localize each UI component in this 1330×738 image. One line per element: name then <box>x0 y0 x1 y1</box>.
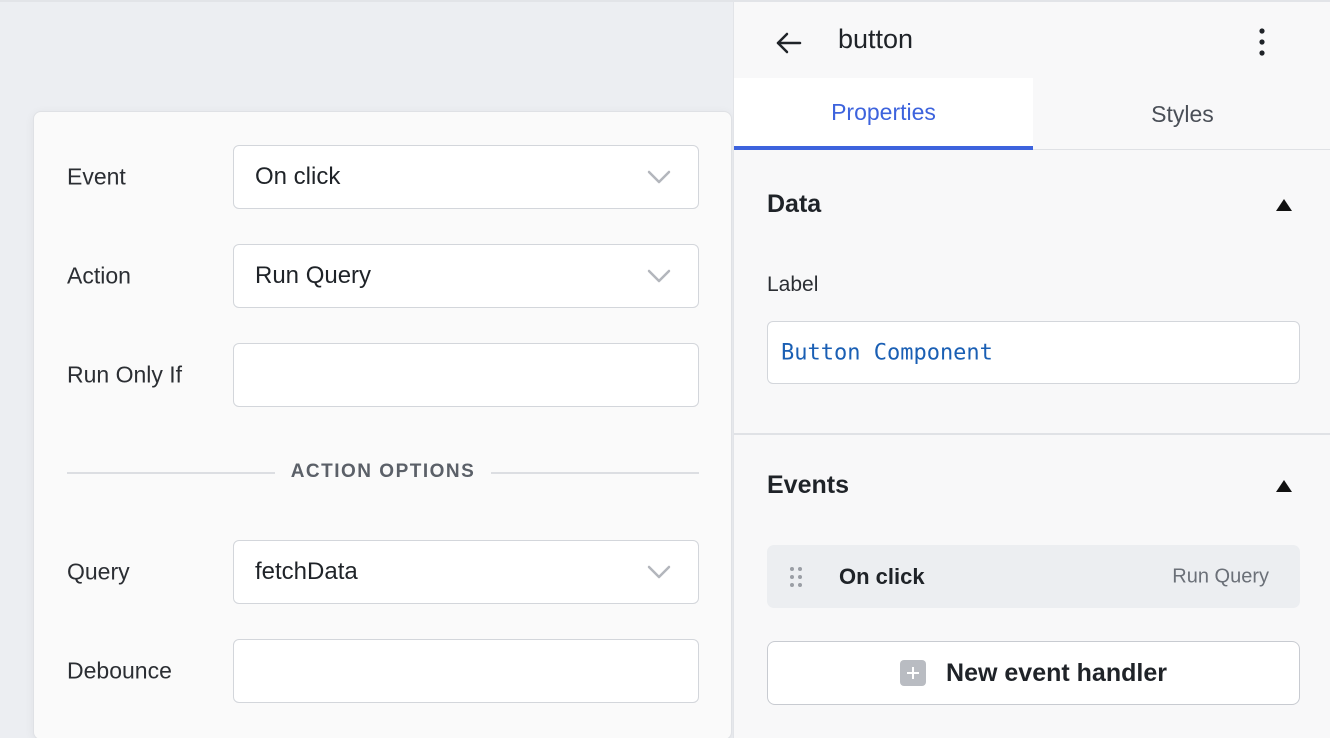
component-name-title[interactable]: button <box>838 24 913 55</box>
action-row: Action Run Query <box>34 244 731 308</box>
event-label: Event <box>67 163 126 190</box>
query-select-value: fetchData <box>255 558 358 585</box>
chevron-down-icon <box>647 170 671 184</box>
divider-line-right <box>491 472 699 474</box>
label-code-input[interactable]: Button Component <box>767 321 1300 384</box>
triangle-up-icon[interactable] <box>1275 198 1293 212</box>
event-row: Event On click <box>34 145 731 209</box>
events-section-title: Events <box>767 471 849 499</box>
action-options-divider: ACTION OPTIONS <box>67 457 699 487</box>
label-code-value: Button Component <box>781 340 993 365</box>
kebab-menu-icon[interactable] <box>1256 26 1268 58</box>
event-select-value: On click <box>255 163 341 190</box>
debounce-label: Debounce <box>67 657 172 684</box>
data-section-title: Data <box>767 190 822 218</box>
drag-handle-icon[interactable] <box>789 566 803 588</box>
event-handler-action: Run Query <box>1172 565 1269 587</box>
new-event-handler-label: New event handler <box>946 658 1167 687</box>
query-label: Query <box>67 558 130 585</box>
tab-properties[interactable]: Properties <box>734 78 1033 150</box>
inspector-header: button <box>734 2 1330 78</box>
run-only-if-label: Run Only If <box>67 361 183 388</box>
run-only-if-row: Run Only If <box>34 343 731 407</box>
inspector-panel: button Properties Styles Data Label Butt… <box>733 0 1330 738</box>
chevron-down-icon <box>647 269 671 283</box>
event-select[interactable]: On click <box>233 145 699 209</box>
run-only-if-input[interactable] <box>233 343 699 407</box>
action-select[interactable]: Run Query <box>233 244 699 308</box>
section-divider <box>734 433 1330 435</box>
triangle-up-icon[interactable] <box>1275 479 1293 493</box>
query-select[interactable]: fetchData <box>233 540 699 604</box>
query-row: Query fetchData <box>34 540 731 604</box>
event-handler-popover: Event On click Action Run Query Run Only… <box>33 111 732 738</box>
label-field-label: Label <box>767 273 819 296</box>
tab-styles[interactable]: Styles <box>1033 78 1330 150</box>
event-handler-item[interactable]: On click Run Query <box>767 545 1300 608</box>
event-handler-event: On click <box>839 563 925 589</box>
plus-square-icon <box>900 660 927 686</box>
action-select-value: Run Query <box>255 262 372 289</box>
new-event-handler-button[interactable]: New event handler <box>767 641 1300 705</box>
debounce-input[interactable] <box>233 639 699 703</box>
chevron-down-icon <box>647 565 671 579</box>
debounce-row: Debounce <box>34 639 731 703</box>
inspector-tabs: Properties Styles <box>734 78 1330 150</box>
back-arrow-icon[interactable] <box>774 28 804 58</box>
canvas-area: Event On click Action Run Query Run Only… <box>0 0 733 738</box>
action-label: Action <box>67 262 131 289</box>
